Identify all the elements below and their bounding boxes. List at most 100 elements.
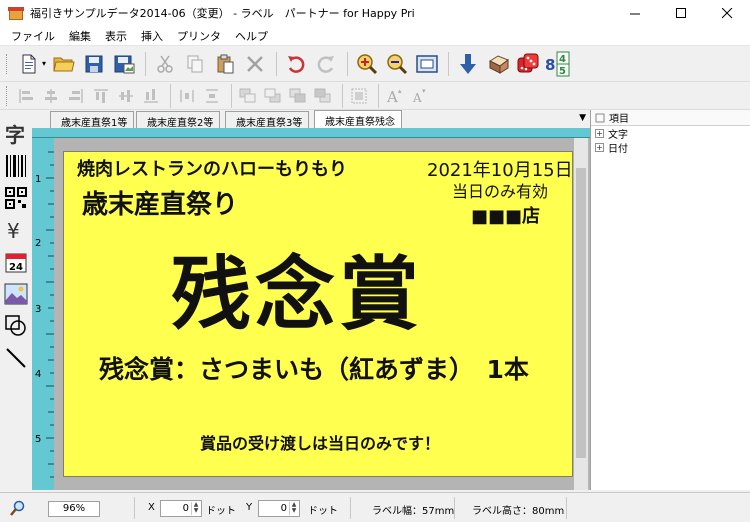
forward-button[interactable] — [287, 85, 309, 107]
tree-item-label[interactable]: 文字 — [608, 126, 628, 141]
x-position-stepper[interactable]: 0 ▲ ▼ — [160, 500, 202, 517]
line-tool-button[interactable] — [3, 344, 29, 372]
spin-arrows-icon[interactable]: ▲ ▼ — [289, 502, 298, 515]
tree-item-date[interactable]: + 日付 — [591, 140, 750, 155]
group-button[interactable] — [348, 85, 370, 107]
menu-help[interactable]: ヘルプ — [228, 28, 275, 44]
toolbar-grip[interactable] — [6, 85, 9, 106]
tree-item-label[interactable]: 日付 — [608, 140, 628, 155]
tree-item-text[interactable]: + 文字 — [591, 126, 750, 141]
window-controls — [612, 0, 750, 26]
save-button[interactable] — [80, 50, 108, 78]
distribute-h-button[interactable] — [176, 85, 198, 107]
print-icon — [488, 54, 510, 74]
menu-bar: ファイル 編集 表示 挿入 プリンタ ヘルプ — [0, 26, 750, 46]
menu-printer[interactable]: プリンタ — [170, 28, 228, 44]
minimize-button[interactable] — [612, 0, 658, 26]
tab-first-prize[interactable]: 歳末産直祭1等 — [50, 111, 135, 129]
import-icon — [460, 53, 477, 74]
redo-button[interactable] — [312, 50, 340, 78]
lottery-button[interactable] — [514, 50, 542, 78]
tree-header-label: 項目 — [609, 114, 629, 125]
print-button[interactable] — [484, 50, 512, 78]
spin-arrows-icon[interactable]: ▲ ▼ — [191, 502, 200, 515]
validity-text[interactable]: 当日のみ有効 — [452, 178, 548, 202]
open-button[interactable] — [50, 50, 78, 78]
copy-button[interactable] — [181, 50, 209, 78]
undo-button[interactable] — [282, 50, 310, 78]
cut-button[interactable] — [151, 50, 179, 78]
zoom-in-button[interactable] — [353, 50, 381, 78]
tab-third-prize[interactable]: 歳末産直祭3等 — [225, 111, 310, 129]
send-back-button[interactable] — [262, 85, 284, 107]
new-dropdown-icon[interactable]: ▾ — [42, 59, 46, 68]
shape-tool-button[interactable] — [3, 312, 29, 340]
toolbar-grip[interactable] — [6, 53, 9, 74]
save-as-button[interactable] — [110, 50, 138, 78]
align-middle-button[interactable] — [115, 85, 137, 107]
menu-file[interactable]: ファイル — [4, 28, 62, 44]
design-canvas[interactable]: 焼肉レストランのハローもりもり 2021年10月15日 当日のみ有効 歳末産直祭… — [54, 138, 590, 490]
tab-second-prize[interactable]: 歳末産直祭2等 — [136, 111, 221, 129]
distribute-v-icon — [206, 89, 218, 102]
maximize-button[interactable] — [658, 0, 704, 26]
canvas-vertical-scrollbar[interactable] — [574, 138, 588, 490]
price-tool-button[interactable]: ¥ — [3, 216, 29, 244]
y-value[interactable]: 0 — [281, 503, 287, 514]
font-larger-button[interactable]: A ▴ — [384, 85, 406, 107]
ruler-label: 1 — [35, 174, 42, 185]
align-bottom-button[interactable] — [140, 85, 162, 107]
tab-list-dropdown-icon[interactable]: ▼ — [579, 113, 586, 123]
align-left-button[interactable] — [15, 85, 37, 107]
image-tool-button[interactable] — [3, 280, 29, 308]
redo-icon — [317, 55, 335, 73]
fit-page-button[interactable] — [413, 50, 441, 78]
zoom-field[interactable]: 96% — [48, 501, 100, 517]
expand-icon[interactable]: + — [595, 142, 604, 152]
font-smaller-button[interactable]: A ▾ — [409, 85, 431, 107]
store-name-text[interactable]: 焼肉レストランのハローもりもり — [77, 155, 347, 181]
menu-edit[interactable]: 編集 — [62, 28, 98, 44]
x-value[interactable]: 0 — [183, 503, 189, 514]
distribute-v-button[interactable] — [201, 85, 223, 107]
backward-button[interactable] — [312, 85, 334, 107]
paste-button[interactable] — [211, 50, 239, 78]
serial-number-button[interactable]: 845 — [544, 50, 572, 78]
open-folder-icon — [53, 57, 75, 71]
y-position-stepper[interactable]: 0 ▲ ▼ — [258, 500, 300, 517]
footer-note-text[interactable]: 賞品の受け渡しは当日のみです！ — [200, 430, 440, 454]
menu-view[interactable]: 表示 — [98, 28, 134, 44]
menu-insert[interactable]: 挿入 — [134, 28, 170, 44]
align-top-button[interactable] — [90, 85, 112, 107]
delete-button[interactable] — [241, 50, 269, 78]
align-right-button[interactable] — [65, 85, 87, 107]
align-bottom-icon — [144, 88, 158, 102]
expand-icon[interactable]: + — [595, 128, 604, 138]
shop-name-text[interactable]: ■■■店 — [471, 202, 540, 228]
event-name-text[interactable]: 歳末産直祭り — [82, 184, 238, 221]
ruler-label: 5 — [35, 434, 42, 445]
barcode-tool-button[interactable] — [3, 152, 29, 180]
image-tool-icon — [4, 283, 28, 305]
tab-consolation[interactable]: 歳末産直祭残念 — [314, 110, 402, 128]
svg-text:24: 24 — [9, 262, 23, 273]
prize-detail-text[interactable]: 残念賞：さつまいも（紅あずま） 1本 — [99, 350, 529, 386]
scrollbar-thumb[interactable] — [576, 168, 586, 458]
horizontal-ruler — [32, 128, 590, 138]
calendar-tool-button[interactable]: 24 — [3, 248, 29, 276]
toolbar-separator — [276, 51, 278, 76]
label-preview[interactable]: 焼肉レストランのハローもりもり 2021年10月15日 当日のみ有効 歳末産直祭… — [63, 151, 573, 477]
text-tool-button[interactable]: 字 — [3, 120, 29, 148]
svg-text:4: 4 — [559, 54, 566, 65]
align-center-button[interactable] — [40, 85, 62, 107]
import-button[interactable] — [454, 50, 482, 78]
qrcode-tool-button[interactable] — [3, 184, 29, 212]
delete-icon — [247, 55, 263, 72]
prize-title-text[interactable]: 残念賞 — [171, 230, 423, 346]
status-bar: 96% X 0 ▲ ▼ ドット Y 0 ▲ ▼ ドット ラベル幅：57mm ラベル高… — [0, 492, 750, 522]
send-back-icon — [264, 88, 281, 102]
close-button[interactable] — [704, 0, 750, 26]
zoom-out-button[interactable] — [383, 50, 411, 78]
new-document-button[interactable] — [15, 50, 43, 78]
bring-front-button[interactable] — [237, 85, 259, 107]
